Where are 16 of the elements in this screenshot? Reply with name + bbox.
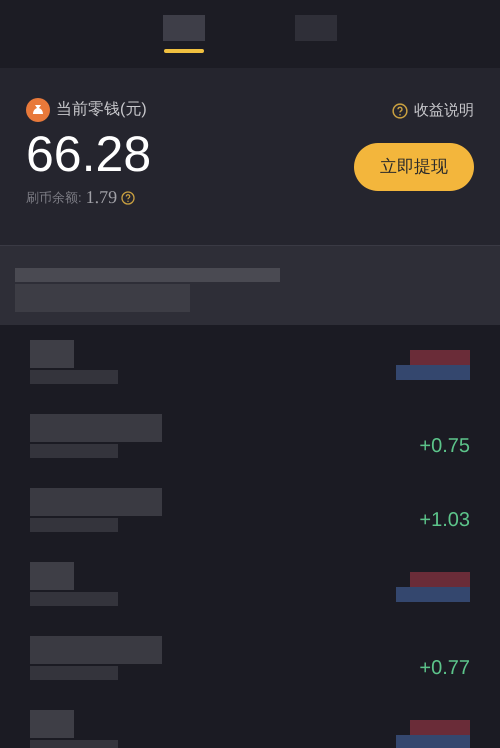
blurred-block <box>30 340 74 368</box>
balance-label: 当前零钱(元) <box>56 100 147 120</box>
coin-label: 刷币余额: <box>26 188 82 207</box>
money-bag-icon <box>26 98 50 122</box>
income-help-link[interactable]: 收益说明 <box>414 100 474 122</box>
amount-text: +1.03 <box>419 508 470 533</box>
withdraw-button[interactable]: 立即提现 <box>354 142 474 190</box>
tab[interactable] <box>163 15 205 53</box>
blurred-block <box>30 710 74 738</box>
amount-text: +0.77 <box>419 656 470 681</box>
blurred-block <box>30 562 74 590</box>
amount-text: +0.75 <box>419 434 470 459</box>
coin-amount: 1.79 <box>86 186 118 209</box>
balance-amount: 66.28 <box>26 126 152 182</box>
help-icon[interactable] <box>392 103 408 120</box>
help-icon[interactable] <box>121 190 136 204</box>
